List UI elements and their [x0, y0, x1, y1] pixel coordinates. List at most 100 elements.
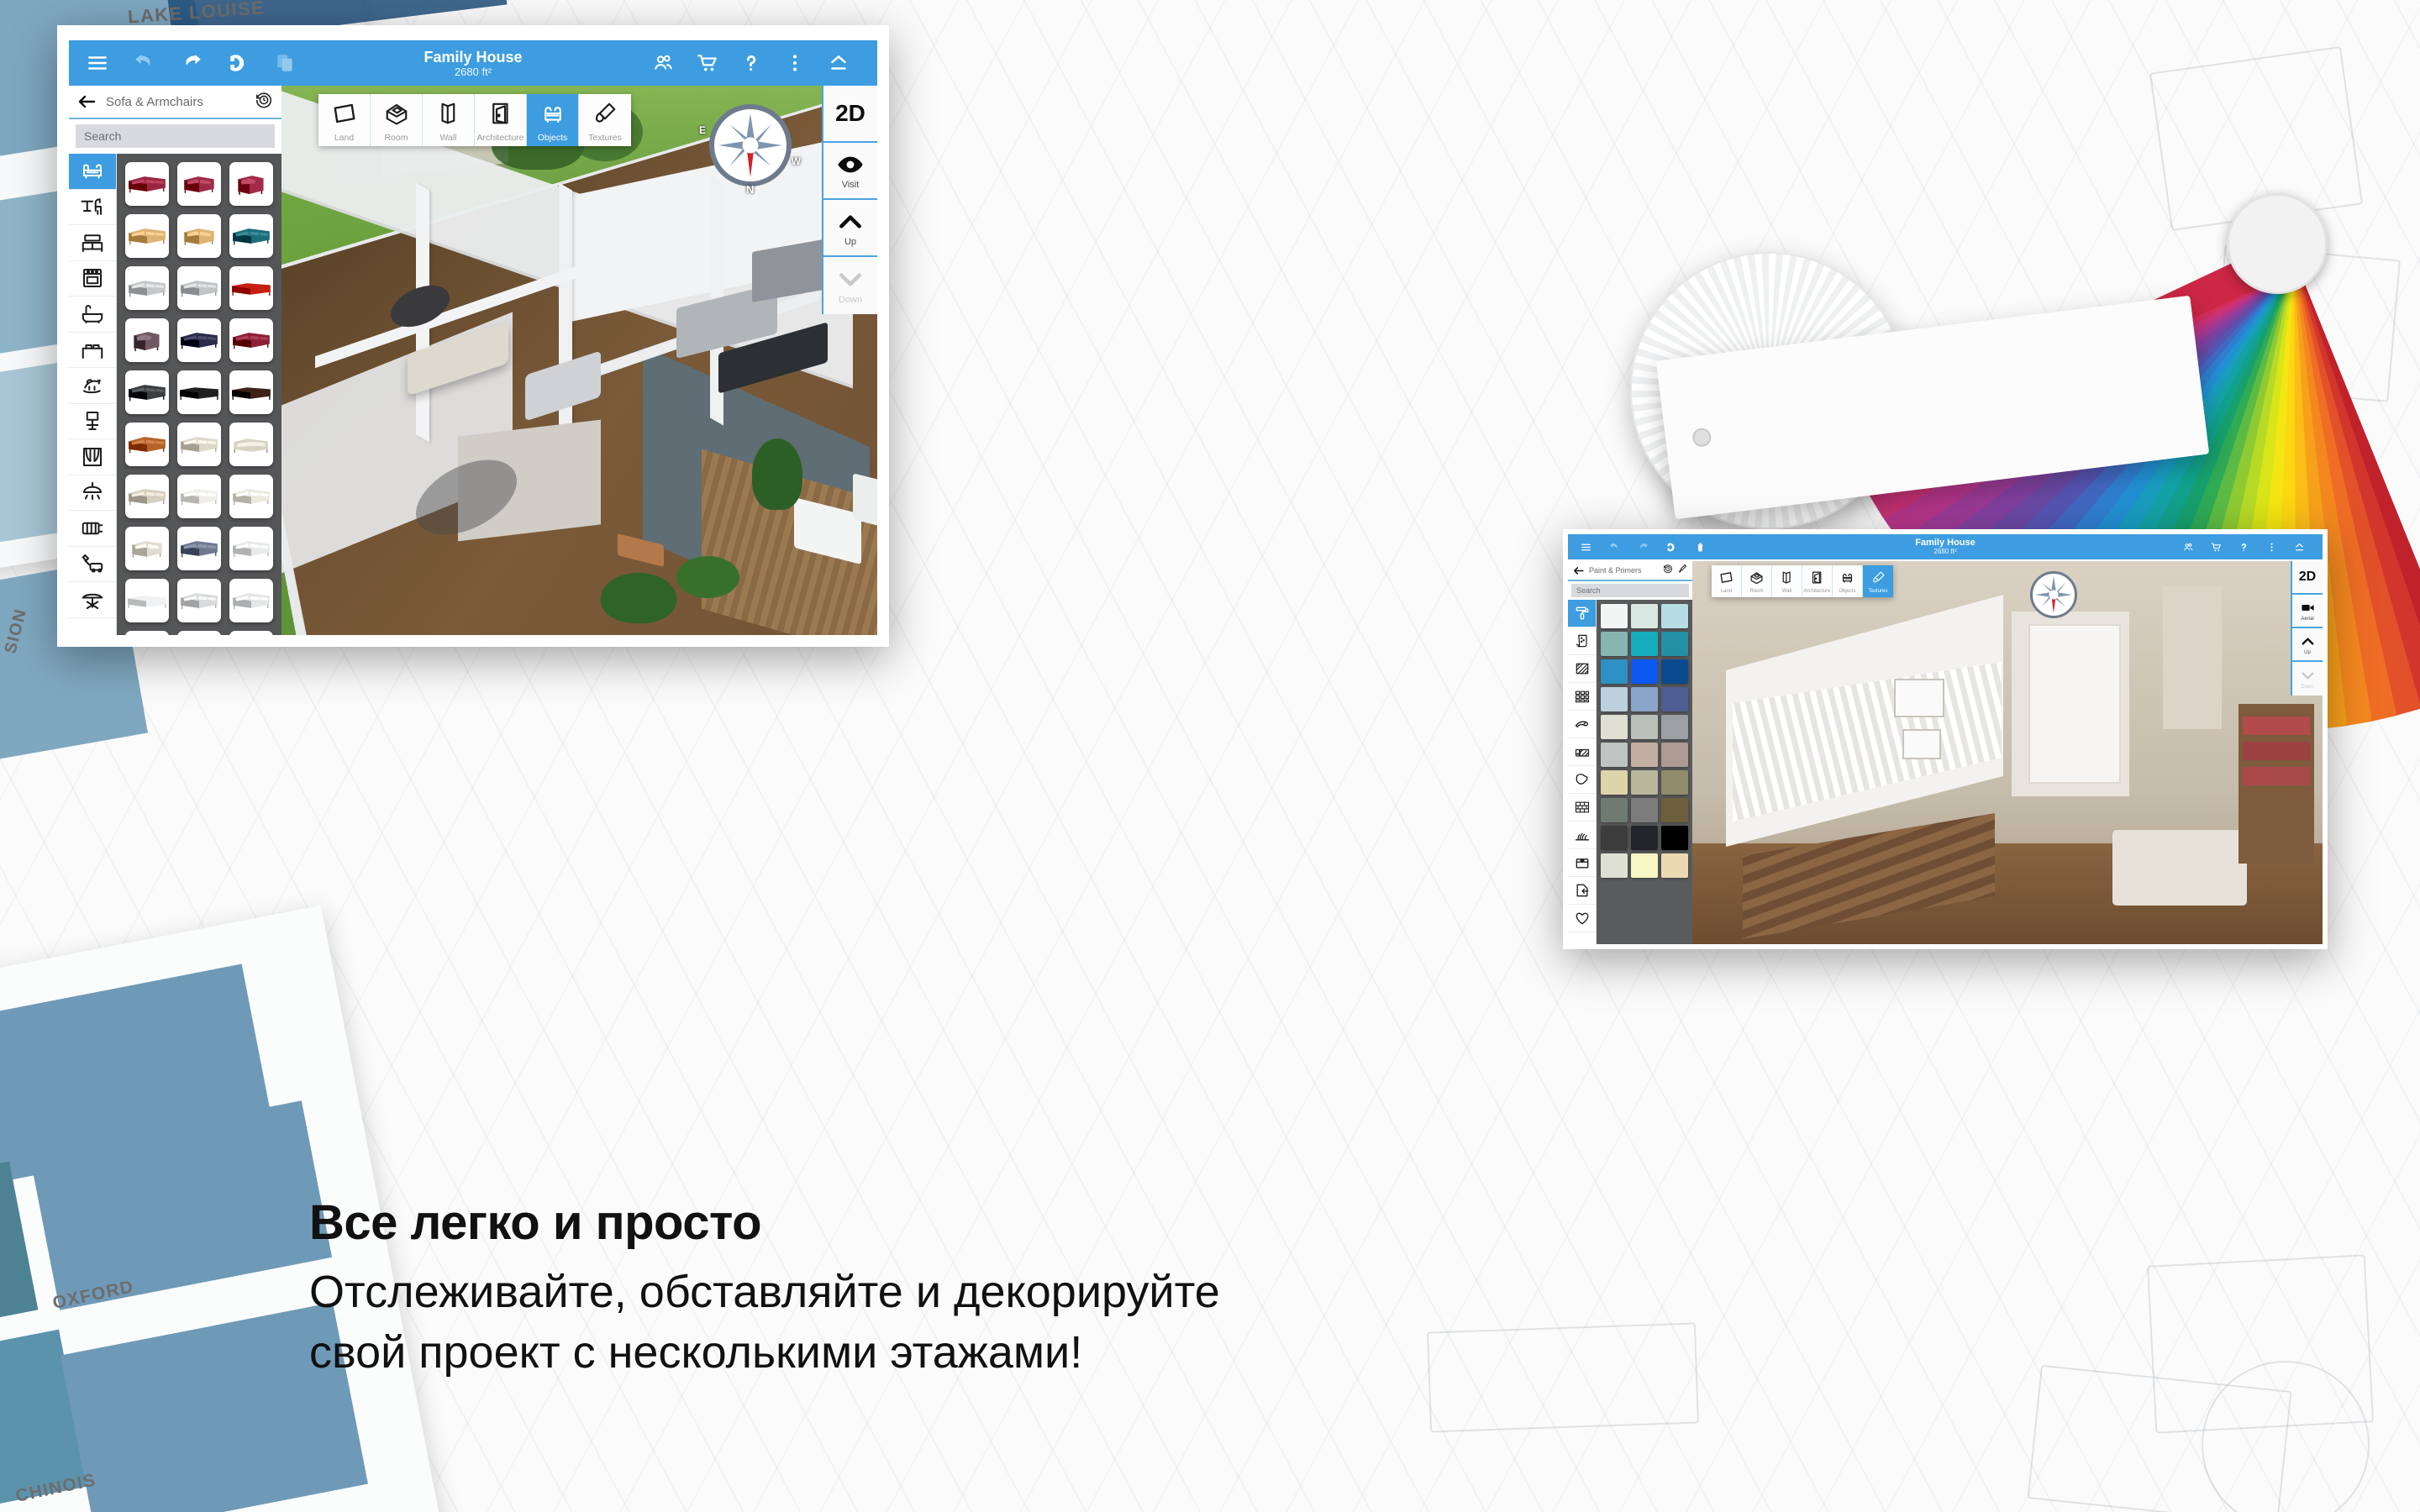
color-swatch[interactable] — [1631, 659, 1658, 684]
product-thumbnail[interactable] — [177, 214, 221, 258]
color-swatch[interactable] — [1631, 826, 1658, 850]
color-swatch[interactable] — [1661, 632, 1688, 656]
category-favorites[interactable] — [1568, 905, 1596, 932]
color-swatch[interactable] — [1601, 604, 1628, 628]
category-paint[interactable] — [1568, 600, 1596, 627]
more-icon[interactable] — [2260, 538, 2283, 557]
back-arrow-icon[interactable] — [1573, 566, 1589, 575]
tab-objects[interactable]: Objects — [527, 94, 579, 146]
undo-icon[interactable] — [1603, 538, 1626, 557]
search-input[interactable]: Search — [76, 124, 275, 148]
history-icon[interactable] — [255, 91, 273, 113]
visit-mode[interactable]: Visit — [823, 143, 877, 200]
category-heating[interactable] — [69, 511, 116, 547]
color-swatch[interactable] — [1601, 770, 1628, 795]
color-swatch[interactable] — [1601, 743, 1628, 767]
product-thumbnail[interactable] — [125, 631, 169, 635]
tab-objects[interactable]: Objects — [1833, 565, 1863, 597]
category-bathroom[interactable] — [69, 297, 116, 333]
tab-architecture[interactable]: Architecture — [475, 94, 527, 146]
color-swatch[interactable] — [1661, 743, 1688, 767]
category-carpet[interactable] — [1568, 711, 1596, 738]
category-lighting[interactable] — [69, 475, 116, 511]
floor-up[interactable]: Up — [2292, 628, 2323, 662]
category-flooring[interactable] — [1568, 738, 1596, 766]
color-swatch[interactable] — [1661, 659, 1688, 684]
color-swatch[interactable] — [1661, 604, 1688, 628]
product-thumbnail[interactable] — [177, 475, 221, 518]
product-thumbnail[interactable] — [177, 370, 221, 414]
viewport-3d[interactable]: Land Room Wall Architecture Objects Textures — [281, 86, 877, 635]
category-sofa[interactable] — [69, 154, 116, 190]
tab-wall[interactable]: Wall — [1772, 565, 1802, 597]
color-swatch[interactable] — [1601, 687, 1628, 711]
color-swatch[interactable] — [1631, 715, 1658, 739]
color-swatch[interactable] — [1661, 687, 1688, 711]
help-icon[interactable] — [734, 48, 768, 78]
duplicate-icon[interactable] — [269, 48, 302, 78]
product-thumbnail[interactable] — [125, 579, 169, 622]
category-curtains[interactable] — [69, 439, 116, 475]
product-thumbnail[interactable] — [229, 370, 273, 414]
view-2d[interactable]: 2D — [823, 86, 877, 143]
redo-icon[interactable] — [1632, 538, 1655, 557]
color-swatch[interactable] — [1631, 770, 1658, 795]
color-swatch[interactable] — [1661, 770, 1688, 795]
product-thumbnail[interactable] — [229, 631, 273, 635]
category-kitchen[interactable] — [69, 261, 116, 297]
category-leather[interactable] — [1568, 766, 1596, 794]
category-tiles[interactable] — [1568, 683, 1596, 711]
color-swatch[interactable] — [1661, 826, 1688, 850]
product-thumbnail[interactable] — [125, 318, 169, 362]
cart-icon[interactable] — [2205, 538, 2228, 557]
tab-room[interactable]: Room — [371, 94, 423, 146]
color-swatch[interactable] — [1661, 853, 1688, 878]
category-bed[interactable] — [69, 333, 116, 368]
product-thumbnail[interactable] — [177, 266, 221, 310]
product-thumbnail[interactable] — [229, 214, 273, 258]
color-swatch[interactable] — [1601, 632, 1628, 656]
product-thumbnail[interactable] — [229, 266, 273, 310]
color-swatch[interactable] — [1631, 798, 1658, 822]
tab-room[interactable]: Room — [1742, 565, 1772, 597]
color-swatch[interactable] — [1601, 659, 1628, 684]
magnet-icon[interactable] — [1660, 538, 1683, 557]
product-thumbnail[interactable] — [125, 527, 169, 570]
color-swatch[interactable] — [1631, 604, 1658, 628]
category-table-chair[interactable] — [69, 190, 116, 225]
undo-icon[interactable] — [128, 48, 161, 78]
back-arrow-icon[interactable] — [77, 94, 106, 109]
trash-icon[interactable] — [1689, 538, 1712, 557]
menu-icon[interactable] — [81, 48, 114, 78]
category-brick[interactable] — [1568, 794, 1596, 822]
eyedropper-icon[interactable] — [1677, 563, 1687, 578]
color-swatch[interactable] — [1601, 826, 1628, 850]
color-swatch[interactable] — [1631, 743, 1658, 767]
collapse-icon[interactable] — [2288, 538, 2311, 557]
category-technical[interactable] — [69, 547, 116, 582]
product-thumbnail[interactable] — [125, 214, 169, 258]
product-thumbnail[interactable] — [177, 631, 221, 635]
color-swatch[interactable] — [1661, 715, 1688, 739]
category-materials[interactable] — [1568, 849, 1596, 877]
product-thumbnail[interactable] — [125, 475, 169, 518]
tab-land[interactable]: Land — [318, 94, 371, 146]
more-icon[interactable] — [778, 48, 812, 78]
color-swatch[interactable] — [1601, 715, 1628, 739]
collapse-icon[interactable] — [822, 48, 855, 78]
product-thumbnail[interactable] — [125, 162, 169, 206]
tab-land[interactable]: Land — [1712, 565, 1742, 597]
category-tv-stand[interactable] — [69, 225, 116, 261]
color-swatch[interactable] — [1631, 632, 1658, 656]
color-swatch[interactable] — [1631, 687, 1658, 711]
product-thumbnail[interactable] — [125, 370, 169, 414]
tab-architecture[interactable]: Architecture — [1802, 565, 1833, 597]
product-thumbnail[interactable] — [177, 579, 221, 622]
color-swatch[interactable] — [1601, 853, 1628, 878]
second-compass[interactable] — [2030, 571, 2077, 618]
category-office[interactable] — [69, 404, 116, 439]
product-thumbnail[interactable] — [177, 423, 221, 466]
magnet-icon[interactable] — [222, 48, 255, 78]
compass[interactable]: N E W — [699, 104, 801, 196]
product-thumbnail[interactable] — [229, 162, 273, 206]
